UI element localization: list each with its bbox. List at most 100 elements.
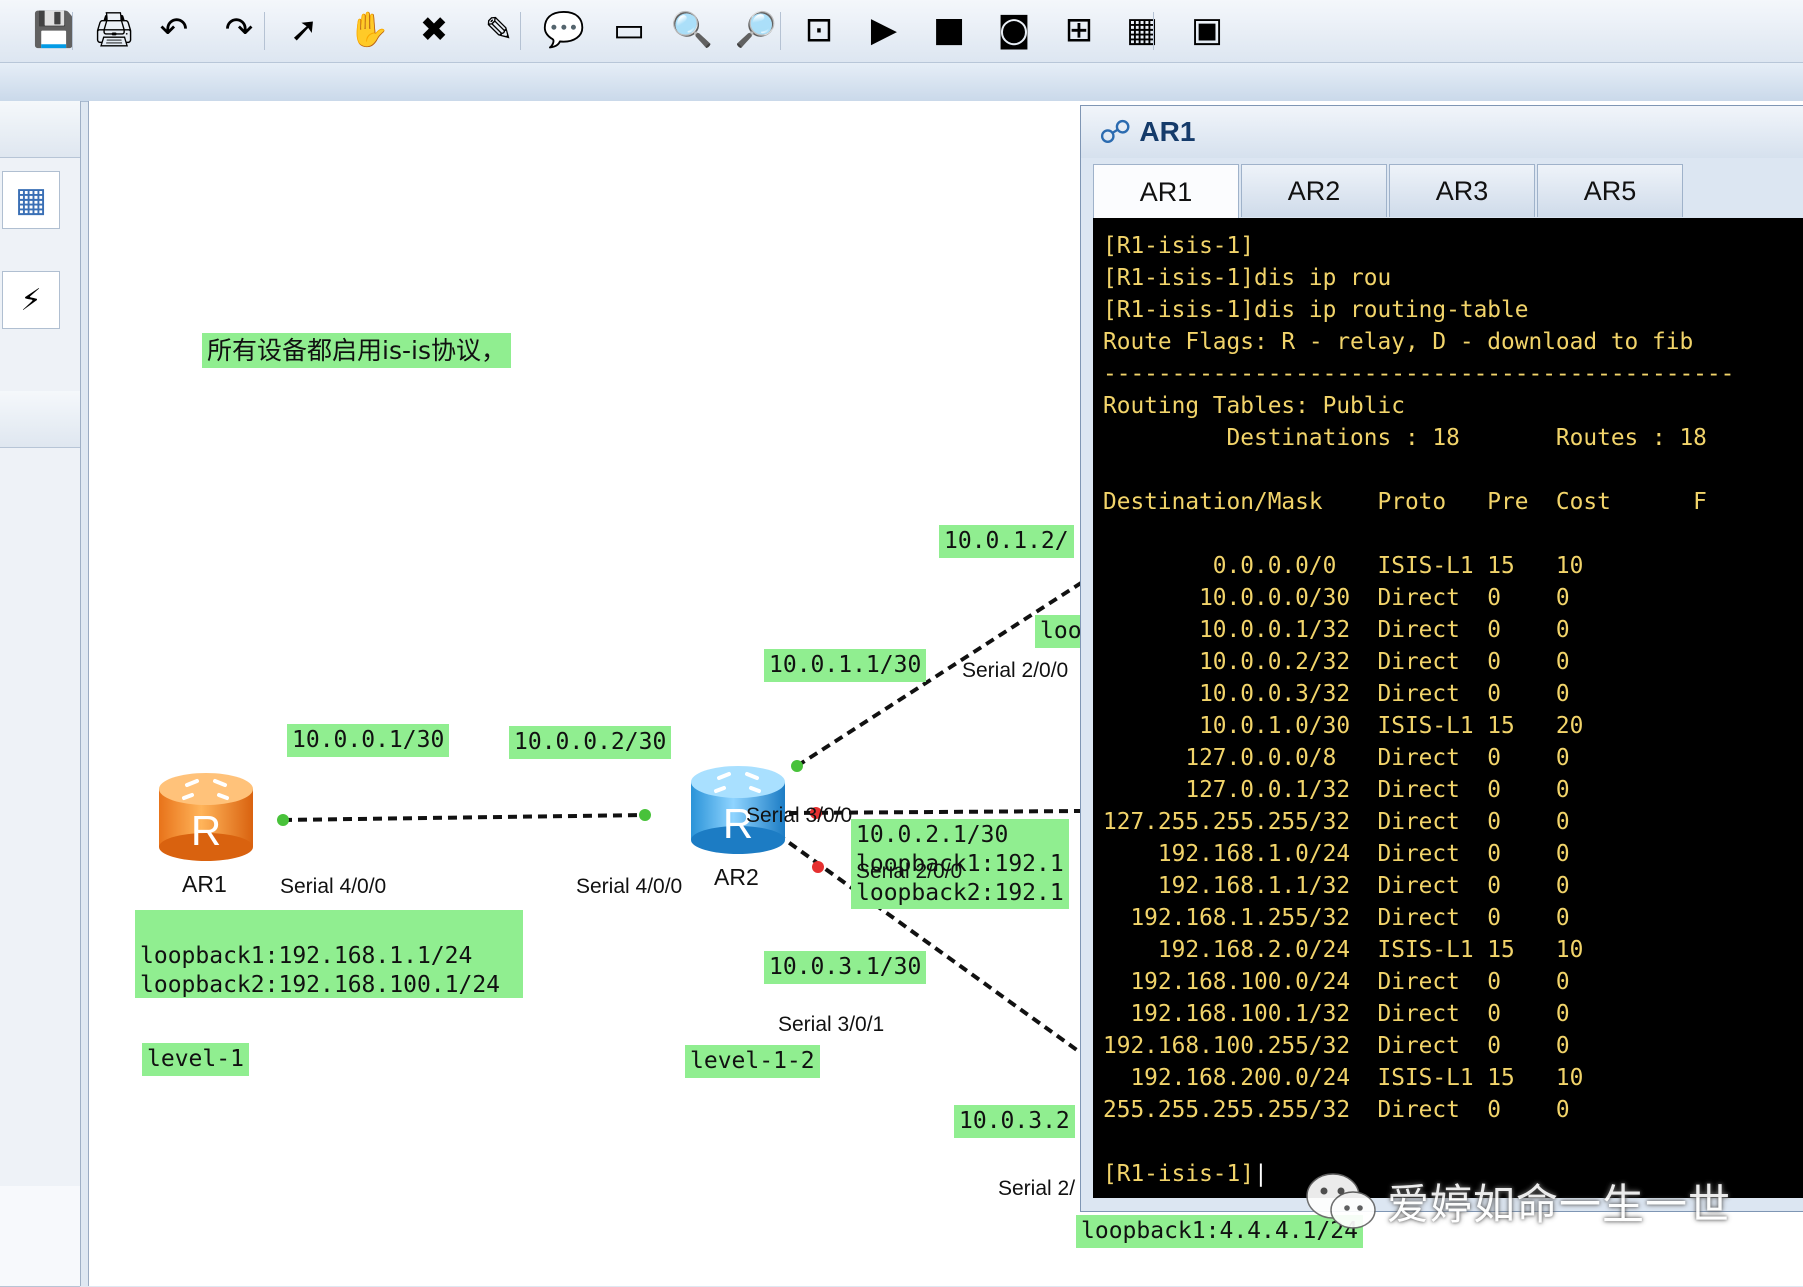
cli-line: 10.0.0.3/32 Direct 0 0 [1103,681,1570,707]
tab-ar5[interactable]: AR5 [1537,164,1683,217]
topology-icon[interactable]: ⊞ [1055,6,1103,54]
select-icon[interactable]: ➚ [280,6,328,54]
cli-line: 192.168.100.255/32 Direct 0 0 [1103,1033,1570,1059]
remove-link-icon[interactable]: ✎ [475,6,523,54]
firewall-device-icon[interactable]: ▦ [2,171,60,229]
cli-cursor: | [1253,1161,1268,1187]
redo-icon[interactable]: ↷ [215,6,263,54]
cli-window[interactable]: ☍ AR1 AR1 AR2 AR3 AR5 [R1-isis-1] [R1-isi… [1080,105,1803,1212]
cli-line: 192.168.1.255/32 Direct 0 0 [1103,905,1570,931]
ip-label-remote-s200[interactable]: 10.0.1.2/ [939,525,1074,558]
cli-line: [R1-isis-1]dis ip routing-table [1103,297,1529,323]
pan-hand-icon[interactable]: ✋ [345,6,393,54]
port-label-ar2-s400: Serial 4/0/0 [576,875,683,898]
text-note-icon[interactable]: 💬 [540,6,588,54]
port-dot-ar2-s300 [791,760,803,772]
grid-icon[interactable]: ▦ [1118,6,1166,54]
tab-ar2[interactable]: AR2 [1241,164,1387,217]
link-lightning-icon[interactable]: ⚡ [2,271,60,329]
ip-label-ar1-s400[interactable]: 10.0.0.1/30 [287,724,450,757]
toolbar-separator [72,12,73,50]
undo-icon[interactable]: ↶ [150,6,198,54]
cli-line: Routing Tables: Public [1103,393,1405,419]
toolbar-separator [1153,12,1154,50]
delete-icon[interactable]: ✖ [410,6,458,54]
router-ar1-icon: R [159,773,253,861]
link-ar1-ar2 [282,813,646,822]
panel-footer [0,1186,80,1287]
watermark-text: 爱婷如命一生一世 [1387,1179,1732,1229]
stop-device-icon[interactable]: ■ [925,6,973,54]
cli-line: [R1-isis-1] [1103,233,1254,259]
ip-label-ar2-s301[interactable]: 10.0.3.1/30 [764,951,927,984]
port-label-ar2-s300: Serial 3/0/0 [746,804,853,827]
panel-header [0,101,80,158]
cli-line: 0.0.0.0/0 ISIS-L1 15 10 [1103,553,1584,579]
port-dot-ar1-s400 [277,814,289,826]
cli-line: 10.0.0.1/32 Direct 0 0 [1103,617,1570,643]
cli-line: 127.0.0.1/32 Direct 0 0 [1103,777,1570,803]
router-ar1-name: AR1 [182,871,227,897]
ar1-level-label[interactable]: level-1 [142,1043,249,1076]
port-label-ar2-s301: Serial 3/0/1 [778,1013,885,1036]
svg-text:R: R [191,807,221,854]
cli-line: 127.0.0.0/8 Direct 0 0 [1103,745,1570,771]
cli-line: 10.0.0.0/30 Direct 0 0 [1103,585,1570,611]
loopback-cut-label[interactable]: loo [1035,615,1087,648]
wechat-icon [1305,1170,1377,1232]
main-toolbar: 💾 🖨 ↶ ↷ ➚ ✋ ✖ ✎ 💬 ▭ 🔍 🔎 ⊡ ▶ ■ ◙ ⊞ ▦ ▣ [0,0,1803,63]
cli-line: 192.168.1.1/32 Direct 0 0 [1103,873,1570,899]
cli-title: AR1 [1139,116,1196,147]
cli-line: [R1-isis-1]dis ip rou [1103,265,1392,291]
start-device-icon[interactable]: ▶ [860,6,908,54]
rectangle-icon[interactable]: ▭ [605,6,653,54]
toolbar-separator [264,12,265,50]
router-ar1[interactable]: R [157,771,255,863]
zoom-in-icon[interactable]: 🔍 [668,6,716,54]
port-label-remote2-s2: Serial 2/ [998,1177,1076,1200]
cli-line: 127.255.255.255/32 Direct 0 0 [1103,809,1570,835]
capture-icon[interactable]: ◙ [990,6,1038,54]
port-label-ar1-s400: Serial 4/0/0 [280,875,387,898]
fit-view-icon[interactable]: ⊡ [795,6,843,54]
cli-line: 10.0.0.2/32 Direct 0 0 [1103,649,1570,675]
tab-ar1[interactable]: AR1 [1093,164,1239,219]
cli-line [1103,1126,1794,1158]
port-dot-ar2-s301 [812,861,824,873]
cli-line: 10.0.1.0/30 ISIS-L1 15 20 [1103,713,1584,739]
ar2-level-label[interactable]: level-1-2 [685,1045,820,1078]
ip-label-ar2-s300[interactable]: 10.0.1.1/30 [764,649,927,682]
cli-console[interactable]: [R1-isis-1] [R1-isis-1]dis ip rou [R1-isis… [1093,218,1803,1198]
cli-app-icon: ☍ [1099,113,1132,151]
ar1-loopbacks-label[interactable]: loopback1:192.168.1.1/24 loopback2:192.1… [135,910,523,998]
port-label-ar2-s200: Serial 2/0/0 [856,860,963,883]
cli-line: Destination/Mask Proto Pre Cost F [1103,489,1707,515]
watermark: 爱婷如命一生一世 [1305,1170,1731,1232]
cli-line: 255.255.255.255/32 Direct 0 0 [1103,1097,1570,1123]
cli-output: [R1-isis-1] [R1-isis-1]dis ip rou [R1-isis… [1093,218,1803,1198]
panel-section-header [0,391,80,448]
device-panel: ▦ ⚡ [0,101,81,1287]
cli-line: Route Flags: R - relay, D - download to … [1103,329,1694,355]
cli-line: Destinations : 18 Routes : 18 [1103,425,1707,451]
ip-label-ar2-s400[interactable]: 10.0.0.2/30 [509,726,672,759]
cli-line: 192.168.2.0/24 ISIS-L1 15 10 [1103,937,1584,963]
ip-label-remote2[interactable]: 10.0.3.2 [954,1105,1075,1138]
zoom-out-icon[interactable]: 🔎 [732,6,780,54]
print-icon[interactable]: 🖨 [90,6,138,54]
port-dot-ar2-s400 [639,809,651,821]
port-label-remote-s200: Serial 2/0/0 [962,659,1069,682]
cli-line [1103,454,1794,486]
save-icon[interactable]: 💾 [30,6,78,54]
cli-icon[interactable]: ▣ [1183,6,1231,54]
cli-line: 192.168.1.0/24 Direct 0 0 [1103,841,1570,867]
note-label[interactable]: 所有设备都启用is-is协议， [202,333,511,369]
toolbar-separator [780,12,781,50]
cli-line [1103,518,1794,550]
toolbar-strip [0,63,1803,102]
cli-line: ----------------------------------------… [1103,361,1735,387]
tab-ar3[interactable]: AR3 [1389,164,1535,217]
cli-title-bar[interactable]: ☍ AR1 [1081,106,1803,158]
cli-line: 192.168.100.0/24 Direct 0 0 [1103,969,1570,995]
toolbar-separator [520,12,521,50]
